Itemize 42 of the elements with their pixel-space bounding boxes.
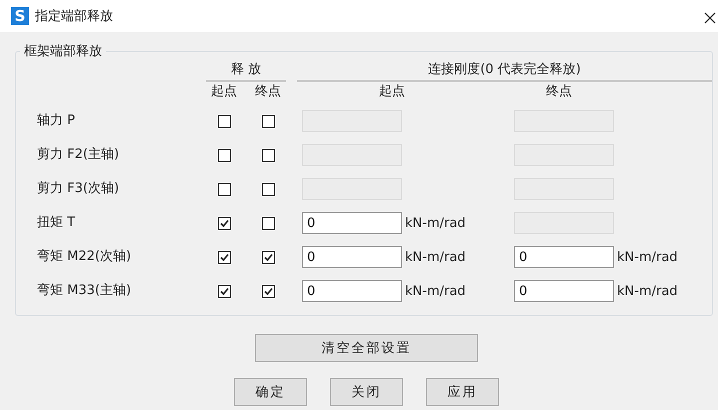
dialog-button[interactable]: 关闭	[330, 378, 403, 406]
stiffness-field[interactable]: 0	[514, 280, 614, 302]
dialog-button[interactable]: 确定	[234, 378, 307, 406]
row-label: 剪力 F3(次轴)	[37, 180, 120, 198]
row-label: 剪力 F2(主轴)	[37, 146, 120, 164]
checkbox[interactable]	[262, 148, 274, 162]
checkbox[interactable]	[218, 114, 230, 128]
checkbox[interactable]	[218, 216, 230, 230]
checkbox[interactable]	[218, 148, 230, 162]
column-header: 释 放	[206, 60, 286, 82]
window-title: 指定端部释放	[35, 8, 113, 25]
column-header: 连接刚度(0 代表完全释放)	[297, 60, 712, 82]
checkbox[interactable]	[218, 250, 230, 264]
column-header: 终点	[254, 83, 282, 101]
unit-label: kN-m/rad	[616, 284, 678, 298]
dialog-button[interactable]: 应用	[426, 378, 499, 406]
column-header: 起点	[378, 83, 406, 101]
stiffness-field[interactable]: 0	[302, 280, 402, 302]
close-icon[interactable]	[704, 12, 716, 24]
checkbox[interactable]	[262, 216, 274, 230]
unit-label: kN-m/rad	[404, 250, 466, 264]
row-label: 弯矩 M22(次轴)	[37, 248, 132, 266]
stiffness-field[interactable]: 0	[514, 246, 614, 268]
unit-label: kN-m/rad	[404, 216, 466, 230]
clear-all-button[interactable]: 清空全部设置	[255, 334, 478, 362]
checkbox[interactable]	[262, 250, 274, 264]
checkbox[interactable]	[218, 182, 230, 196]
row-label: 扭矩 T	[37, 214, 76, 232]
stiffness-field[interactable]: 0	[302, 212, 402, 234]
app-logo: S	[11, 7, 29, 25]
group-title: 框架端部释放	[23, 43, 103, 60]
column-header: 起点	[210, 83, 238, 101]
stiffness-field[interactable]: 0	[302, 246, 402, 268]
row-label: 弯矩 M33(主轴)	[37, 282, 132, 300]
unit-label: kN-m/rad	[616, 250, 678, 264]
checkbox[interactable]	[262, 114, 274, 128]
column-header: 终点	[545, 83, 573, 101]
checkbox[interactable]	[218, 284, 230, 298]
unit-label: kN-m/rad	[404, 284, 466, 298]
row-label: 轴力 P	[37, 112, 76, 130]
checkbox[interactable]	[262, 182, 274, 196]
checkbox[interactable]	[262, 284, 274, 298]
